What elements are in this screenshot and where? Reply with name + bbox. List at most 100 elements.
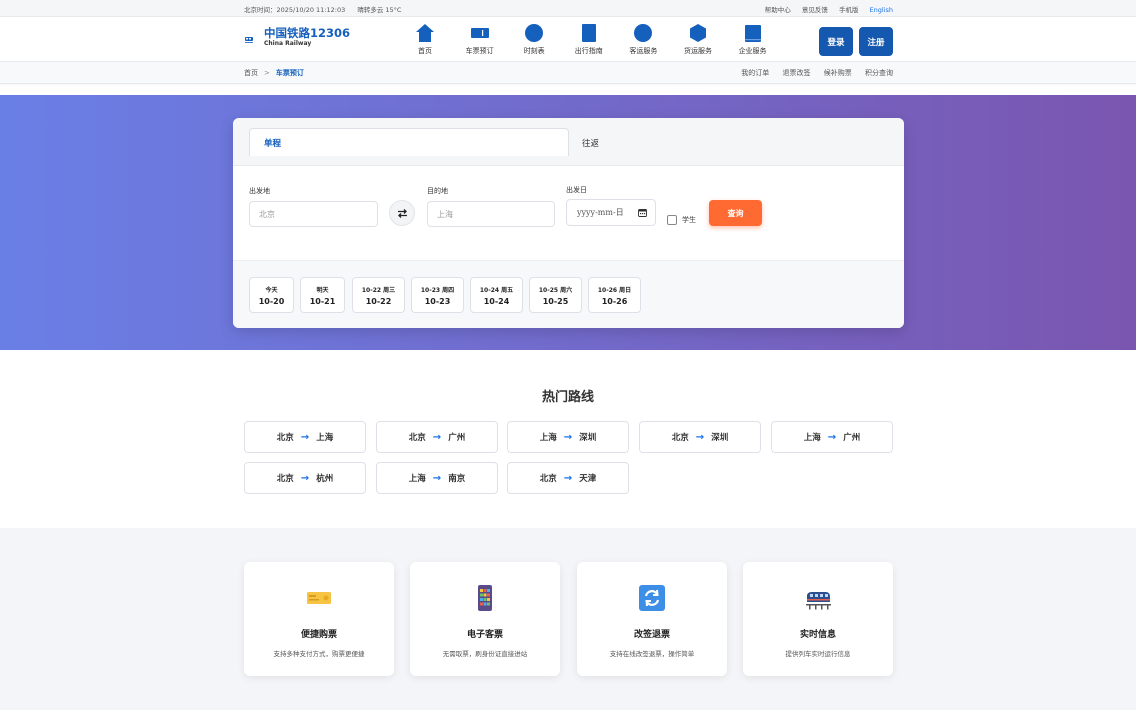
breadcrumb: 首页 > 车票预订	[244, 68, 304, 78]
date-label: 出发日	[566, 186, 587, 194]
route-item[interactable]: 上海 → 南京	[376, 462, 498, 494]
help-center-link[interactable]: 帮助中心	[765, 6, 791, 14]
route-item[interactable]: 北京 → 深圳	[639, 421, 761, 453]
nav-label: 车票预订	[465, 47, 494, 55]
train-logo-icon	[245, 36, 253, 43]
date-chip-date: 10-26	[601, 296, 628, 306]
date-chip-label: 10-23 周四	[420, 286, 455, 294]
from-label: 出发地	[249, 187, 270, 195]
departure-date-input[interactable]: yyyy-mm-日	[566, 199, 656, 226]
refresh-icon	[639, 585, 665, 611]
route-item[interactable]: 北京 → 天津	[507, 462, 629, 494]
feature-card: 便捷购票 支持多种支付方式，购票更便捷	[244, 562, 394, 676]
date-chip-date: 10-23	[424, 296, 451, 306]
tab-one-way[interactable]: 单程	[249, 128, 569, 156]
date-chip[interactable]: 10-26 周日 10-26	[588, 277, 641, 313]
swap-stations-button[interactable]	[389, 200, 415, 226]
swap-arrows-icon	[397, 208, 407, 218]
building-icon	[744, 25, 761, 42]
book-icon	[581, 24, 596, 42]
date-placeholder: yyyy-mm-日	[577, 208, 624, 217]
home-icon	[416, 24, 434, 42]
beijing-time: 北京时间：2025/10/20 11:12:03	[244, 5, 346, 14]
route-arrow: →	[300, 431, 310, 443]
query-button[interactable]: 查询	[709, 200, 762, 226]
refund-change-link[interactable]: 退票改签	[783, 69, 811, 77]
to-label: 目的地	[427, 187, 448, 195]
waitlist-link[interactable]: 候补购票	[824, 69, 852, 77]
nav-item-ticket[interactable]: 车票预订	[455, 23, 505, 56]
route-to: 广州	[843, 433, 861, 443]
date-chip[interactable]: 今天 10-20	[249, 277, 294, 313]
date-chip-date: 10-24	[483, 296, 510, 306]
breadcrumb-bar: 首页 > 车票预订 我的订单 退票改签 候补购票 积分查询	[0, 62, 1136, 84]
globe-icon	[634, 24, 653, 42]
nav-item-guide[interactable]: 出行指南	[564, 23, 614, 56]
feature-desc: 支持多种支付方式，购票更便捷	[273, 650, 365, 658]
date-chip-label: 今天	[265, 286, 278, 294]
logo[interactable]: 中国铁路12306 China Railway	[244, 27, 350, 48]
route-from: 上海	[539, 433, 557, 443]
date-chip[interactable]: 10-22 周三 10-22	[352, 277, 405, 313]
route-to: 上海	[316, 433, 334, 443]
breadcrumb-home[interactable]: 首页	[244, 69, 258, 77]
nav-item-freight[interactable]: 货运服务	[673, 23, 723, 56]
breadcrumb-current: 车票预订	[275, 69, 304, 77]
route-from: 北京	[408, 433, 426, 443]
nav-label: 客运服务	[629, 47, 658, 55]
login-button[interactable]: 登录	[819, 27, 853, 56]
feedback-link[interactable]: 意见反馈	[802, 6, 828, 14]
english-link[interactable]: English	[870, 6, 893, 14]
main-header: 中国铁路12306 China Railway 首页 车票预订 时刻表 出行指南…	[0, 17, 1136, 62]
quick-links: 我的订单 退票改签 候补购票 积分查询	[730, 68, 893, 78]
route-to: 南京	[448, 474, 466, 484]
feature-desc: 支持在线改签退票，操作简单	[609, 650, 695, 658]
date-chip[interactable]: 10-23 周四 10-23	[411, 277, 464, 313]
date-chip-date: 10-20	[258, 296, 285, 306]
feature-card: 电子客票 无需取票，刷身份证直接进站	[410, 562, 560, 676]
date-chip[interactable]: 明天 10-21	[300, 277, 345, 313]
route-item[interactable]: 上海 → 深圳	[507, 421, 629, 453]
nav-label: 企业服务	[738, 47, 767, 55]
route-item[interactable]: 上海 → 广州	[771, 421, 893, 453]
main-nav: 首页 车票预订 时刻表 出行指南 客运服务 货运服务 企业服务	[400, 23, 782, 56]
student-checkbox[interactable]	[667, 215, 677, 225]
route-item[interactable]: 北京 → 上海	[244, 421, 366, 453]
route-item[interactable]: 北京 → 杭州	[244, 462, 366, 494]
logo-title: 中国铁路12306	[264, 26, 351, 40]
date-chip-label: 明天	[316, 286, 329, 294]
to-station-input[interactable]: 上海	[427, 201, 555, 227]
date-chip-label: 10-25 周六	[538, 286, 573, 294]
nav-item-home[interactable]: 首页	[400, 23, 450, 56]
my-orders-link[interactable]: 我的订单	[741, 69, 769, 77]
feature-title: 实时信息	[799, 630, 836, 640]
route-to: 深圳	[711, 433, 729, 443]
date-chip[interactable]: 10-24 周五 10-24	[470, 277, 523, 313]
calendar-icon[interactable]	[638, 208, 647, 217]
route-from: 北京	[671, 433, 689, 443]
route-arrow: →	[432, 472, 442, 484]
features-section: 便捷购票 支持多种支付方式，购票更便捷 电子客票 无需取票，刷身份证直接进站 改…	[0, 528, 1136, 710]
footer-strip	[0, 710, 1136, 720]
feature-card: 实时信息 提供列车实时运行信息	[743, 562, 893, 676]
register-button[interactable]: 注册	[859, 27, 893, 56]
route-item[interactable]: 北京 → 广州	[376, 421, 498, 453]
route-arrow: →	[432, 431, 442, 443]
date-chip[interactable]: 10-25 周六 10-25	[529, 277, 582, 313]
phone-app-icon	[478, 585, 492, 611]
nav-item-passenger[interactable]: 客运服务	[618, 23, 668, 56]
from-station-input[interactable]: 北京	[249, 201, 378, 227]
route-to: 天津	[579, 474, 597, 484]
student-ticket-option[interactable]: 学生	[667, 215, 696, 225]
mobile-link[interactable]: 手机版	[839, 6, 859, 14]
route-arrow: →	[563, 472, 573, 484]
nav-item-timetable[interactable]: 时刻表	[509, 23, 559, 56]
tab-round-trip[interactable]: 往返	[582, 137, 599, 149]
date-chip-date: 10-21	[309, 296, 336, 306]
nav-item-enterprise[interactable]: 企业服务	[728, 23, 778, 56]
route-arrow: →	[827, 431, 837, 443]
route-from: 上海	[803, 433, 821, 443]
points-link[interactable]: 积分查询	[865, 69, 893, 77]
ticket-search-card: 单程 往返 出发地 北京 目的地 上海 出发日 yyyy-mm-日 学生 查询 …	[233, 118, 904, 328]
route-from: 北京	[276, 433, 294, 443]
